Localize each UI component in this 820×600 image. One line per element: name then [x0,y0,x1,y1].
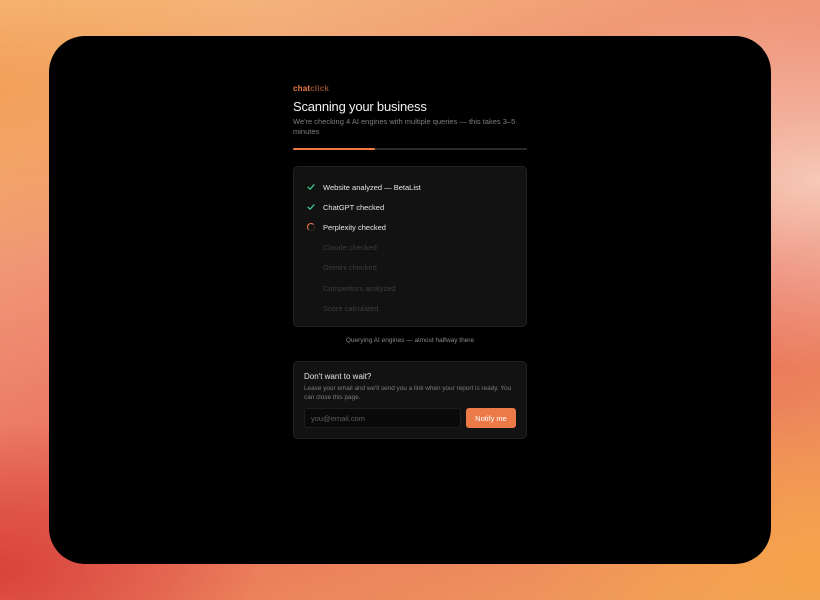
scan-step-item: Gemini checked [306,258,514,278]
scan-step-label: Claude checked [323,243,377,253]
pending-placeholder-icon [306,243,316,253]
notify-me-button[interactable]: Notify me [466,408,516,429]
notify-title: Don't want to wait? [304,372,372,382]
scan-step-item: Claude checked [306,238,514,258]
logo-part-chat: chat [293,84,311,93]
pending-placeholder-icon [306,303,316,313]
logo-part-click: click [310,84,330,93]
scan-step-item: Score calculated [306,298,514,318]
scan-panel: chatclick Scanning your business We're c… [293,84,527,440]
scan-step-label: Website analyzed — BetaList [323,182,421,192]
page-title: Scanning your business [293,99,427,114]
logo: chatclick [293,84,527,94]
app-window: chatclick Scanning your business We're c… [49,36,771,564]
scan-step-label: ChatGPT checked [323,202,385,212]
notify-form: Notify me [304,408,516,429]
scan-step-label: Perplexity checked [323,222,386,232]
progress-bar-fill [293,148,375,150]
pending-placeholder-icon [306,283,316,293]
scan-step-item: Perplexity checked [306,217,514,237]
check-icon [306,182,316,192]
scan-step-item: ChatGPT checked [306,197,514,217]
scan-step-item: Website analyzed — BetaList [306,177,514,197]
scan-step-label: Competitors analyzed [323,283,396,293]
scan-step-label: Gemini checked [323,263,377,273]
page-subtitle: We're checking 4 AI engines with multipl… [293,117,516,136]
pending-placeholder-icon [306,263,316,273]
notify-card: Don't want to wait? Leave your email and… [293,361,527,440]
progress-bar [293,148,527,150]
spinner-icon [306,222,316,232]
status-text: Querying AI engines — almost halfway the… [345,337,475,345]
scan-step-label: Score calculated [323,303,379,313]
notify-description: Leave your email and we'll send you a li… [304,385,512,402]
check-icon [306,202,316,212]
scan-steps-list: Website analyzed — BetaList ChatGPT check… [293,166,527,328]
email-input[interactable] [304,408,461,429]
scan-step-item: Competitors analyzed [306,278,514,298]
